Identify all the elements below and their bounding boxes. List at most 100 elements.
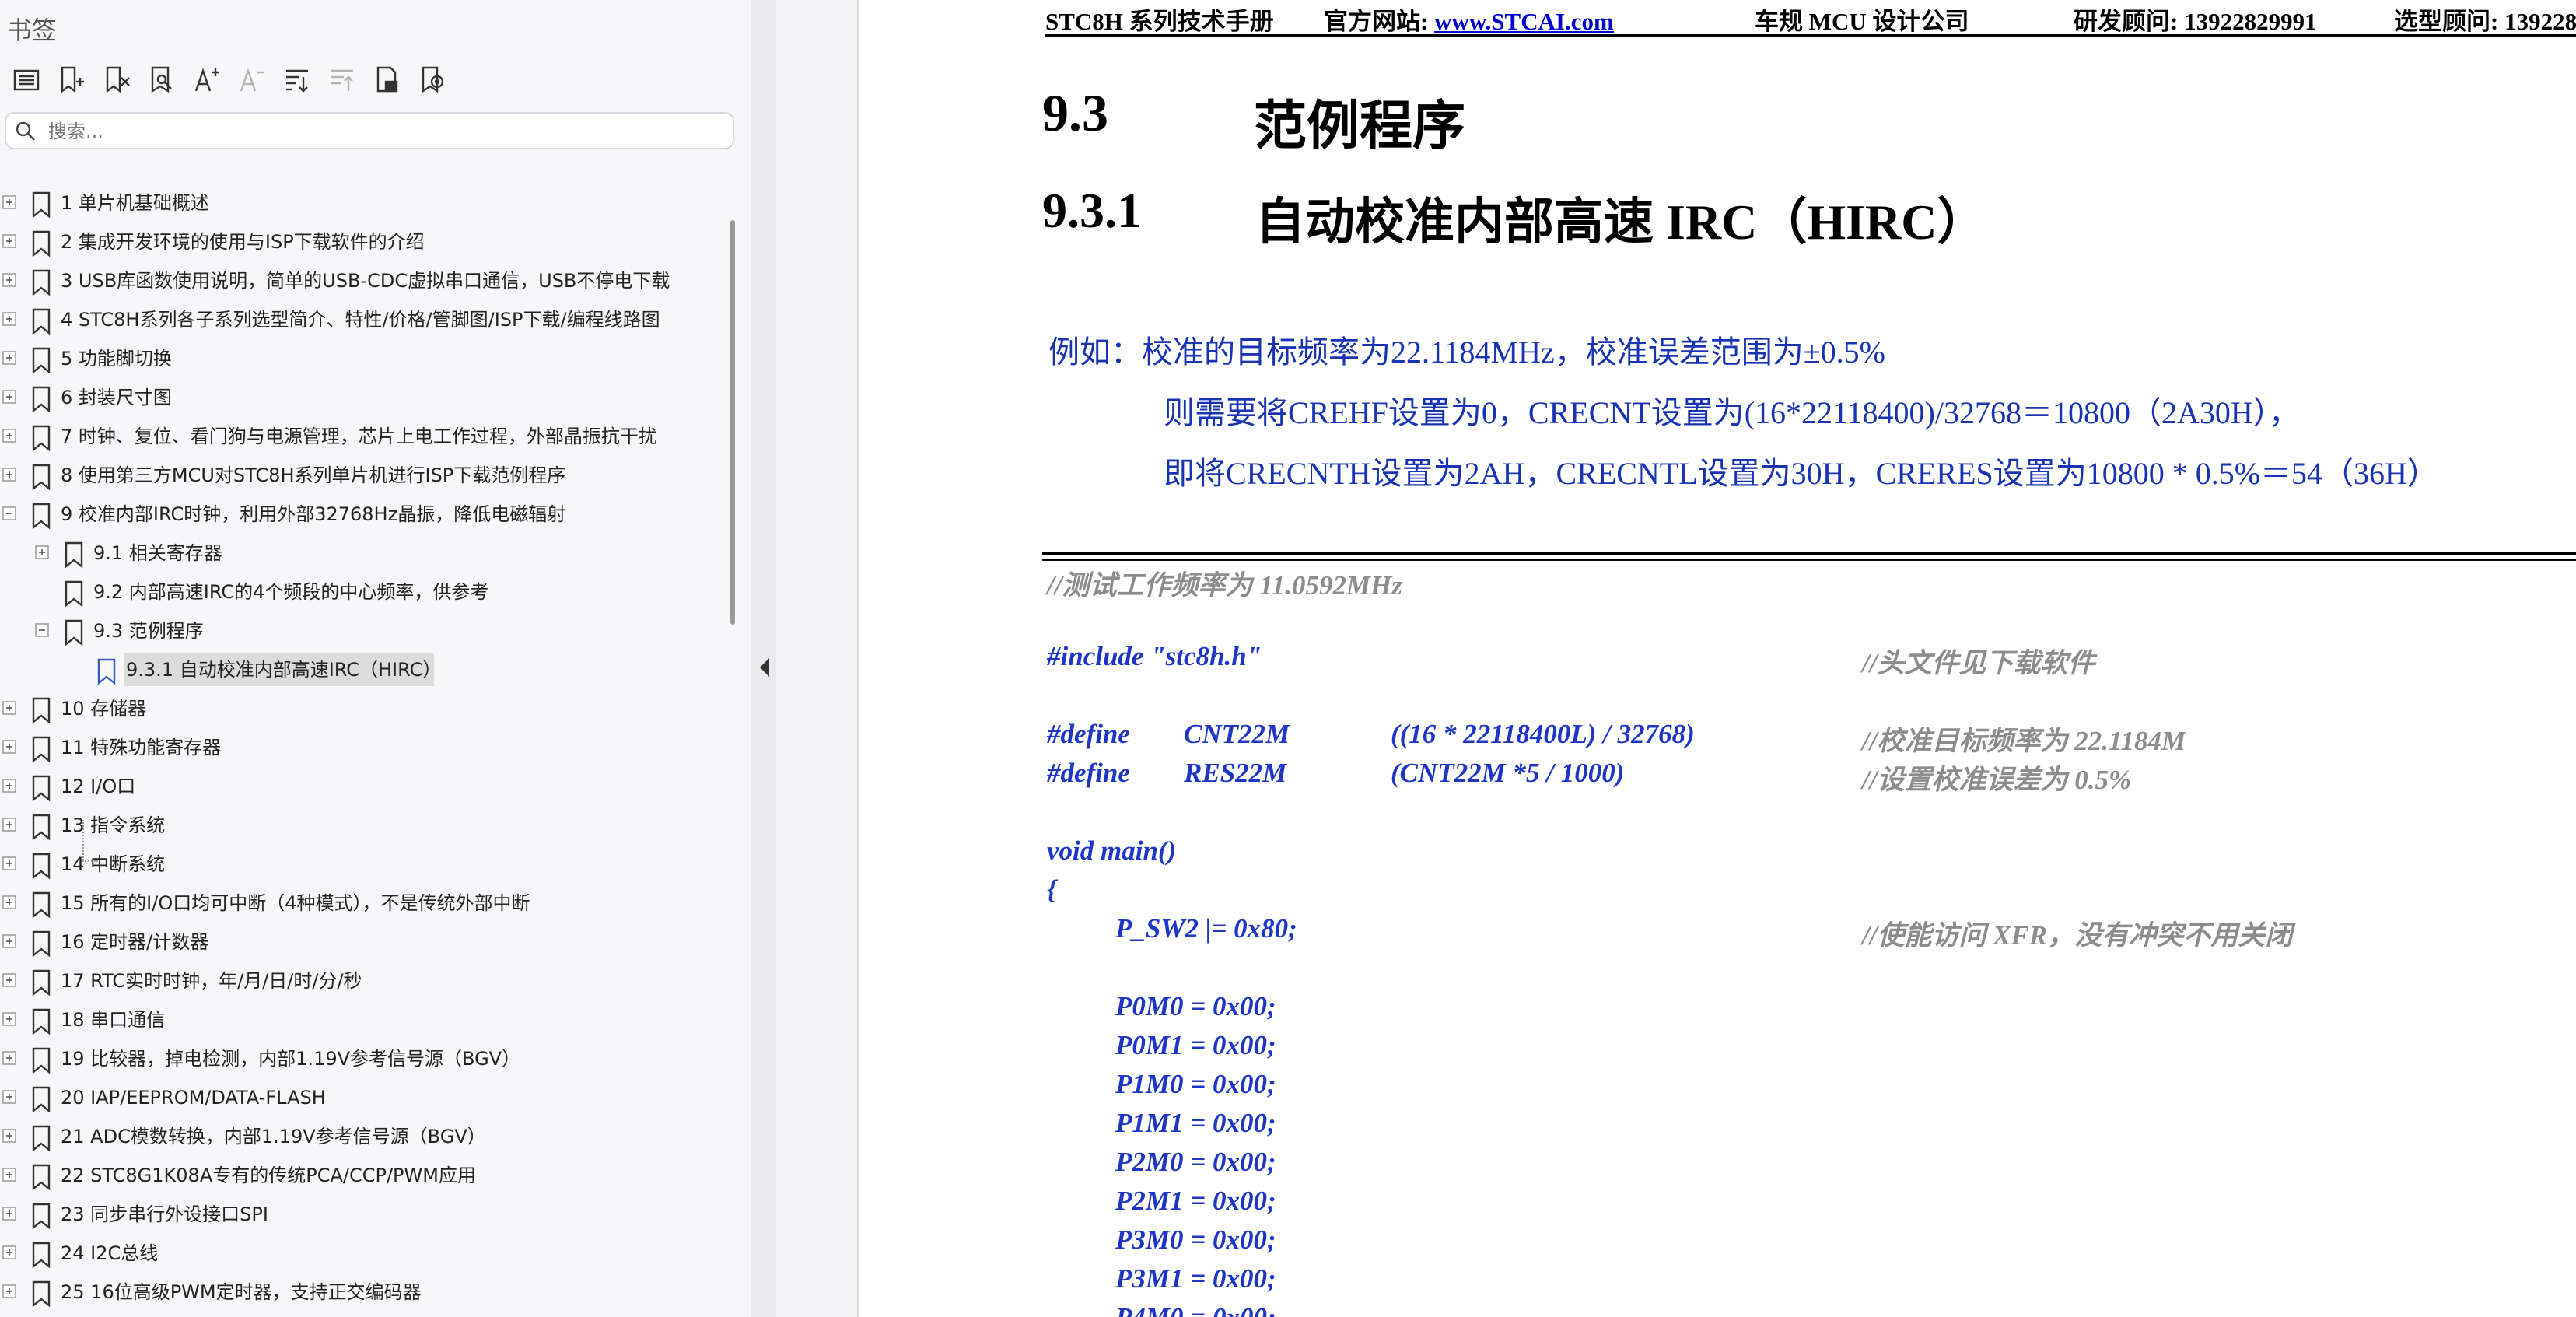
bookmark-item[interactable]: 23 同步串行外设接口SPI (0, 1195, 723, 1234)
sidebar-scrollbar[interactable] (730, 220, 735, 625)
decrease-text-size-icon[interactable] (230, 62, 274, 98)
bookmark-item[interactable]: 14 中断系统 (0, 845, 723, 884)
expand-icon[interactable] (2, 701, 16, 715)
expand-icon[interactable] (2, 429, 16, 443)
expand-icon[interactable] (2, 818, 16, 832)
code-statement: P3M0 = 0x00; (1115, 1224, 1276, 1255)
bookmark-item[interactable]: 11 特殊功能寄存器 (0, 728, 723, 767)
bookmark-item[interactable]: 21 ADC模数转换，内部1.19V参考信号源（BGV） (0, 1117, 723, 1156)
bookmark-item[interactable]: 24 I2C总线 (0, 1234, 723, 1273)
expand-icon[interactable] (2, 934, 16, 948)
expand-icon[interactable] (2, 1168, 16, 1182)
header-rd-contact: 研发顾问: 13922829991 (2074, 8, 2317, 35)
bookmark-properties-icon[interactable] (366, 62, 409, 98)
bookmark-item[interactable]: 22 STC8G1K08A专有的传统PCA/CCP/PWM应用 (0, 1156, 723, 1195)
bookmark-label: 17 RTC实时时钟，年/月/日/时/分/秒 (61, 970, 362, 992)
expand-icon[interactable] (2, 1051, 16, 1065)
bookmark-item[interactable]: 12 I/O口 (0, 767, 723, 806)
code-statement: P2M0 = 0x00; (1115, 1147, 1276, 1177)
expand-icon[interactable] (2, 1207, 16, 1221)
bookmark-item[interactable]: 15 所有的I/O口均可中断（4种模式），不是传统外部中断 (0, 884, 723, 923)
bookmark-label: 6 封装尺寸图 (61, 387, 172, 408)
expand-icon[interactable] (2, 312, 16, 326)
bookmark-item[interactable]: 9.1 相关寄存器 (0, 534, 723, 573)
bookmark-item[interactable]: 6 封装尺寸图 (0, 378, 723, 417)
expand-icon[interactable] (2, 195, 16, 209)
expand-icon[interactable] (2, 273, 16, 287)
collapse-icon[interactable] (2, 506, 16, 520)
expand-icon[interactable] (2, 895, 16, 909)
expand-icon[interactable] (2, 351, 16, 365)
bookmark-item-selected[interactable]: 9.3.1 自动校准内部高速IRC（HIRC） (0, 650, 723, 689)
bookmark-item[interactable]: 8 使用第三方MCU对STC8H系列单片机进行ISP下载范例程序 (0, 456, 723, 495)
collapse-panel-icon[interactable] (755, 652, 774, 683)
code-statement: P0M1 = 0x00; (1115, 1030, 1276, 1060)
bookmark-label: 1 单片机基础概述 (61, 192, 209, 214)
expand-icon[interactable] (2, 1012, 16, 1026)
find-bookmark-icon[interactable] (140, 62, 184, 98)
bookmark-label: 10 存储器 (61, 698, 147, 720)
bookmark-label: 9.1 相关寄存器 (93, 542, 222, 564)
add-bookmark-icon[interactable] (50, 62, 93, 98)
code-block-rule (1042, 552, 2576, 555)
website-link[interactable]: www.STCAI.com (1434, 8, 1614, 35)
expand-icon[interactable] (2, 234, 16, 248)
page-header: STC8H 系列技术手册 官方网站: www.STCAI.com 车规 MCU … (1045, 0, 2576, 37)
bookmark-search[interactable] (5, 112, 734, 149)
list-icon[interactable] (5, 62, 48, 98)
bookmark-item[interactable]: 17 RTC实时时钟，年/月/日/时/分/秒 (0, 961, 723, 1000)
bookmark-icon (65, 619, 83, 646)
code-define-keyword: #define (1047, 758, 1130, 788)
collapse-icon[interactable] (35, 623, 49, 637)
code-main-signature: void main() (1047, 835, 1177, 866)
expand-icon[interactable] (2, 740, 16, 754)
expand-icon[interactable] (2, 1129, 16, 1143)
bookmark-icon (32, 191, 51, 218)
code-include: #include "stc8h.h" (1047, 641, 1262, 671)
bookmark-item[interactable]: 18 串口通信 (0, 1000, 723, 1039)
bookmark-label: 25 16位高级PWM定时器，支持正交编码器 (61, 1281, 422, 1303)
bookmark-item[interactable]: 2 集成开发环境的使用与ISP下载软件的介绍 (0, 222, 723, 261)
bookmark-item[interactable]: 5 功能脚切换 (0, 339, 723, 378)
bookmark-label: 9.3.1 自动校准内部高速IRC（HIRC） (126, 659, 442, 681)
bookmark-icon (32, 930, 51, 957)
bookmark-icon (32, 230, 51, 257)
bookmark-item[interactable]: 3 USB库函数使用说明，简单的USB-CDC虚拟串口通信，USB不停电下载 (0, 261, 723, 300)
bookmark-item[interactable]: 4 STC8H系列各子系列选型简介、特性/价格/管脚图/ISP下载/编程线路图 (0, 300, 723, 339)
bookmark-item[interactable]: 1 单片机基础概述 (0, 184, 723, 222)
bookmark-icon (32, 386, 51, 412)
expand-icon[interactable] (2, 1090, 16, 1104)
bookmark-item[interactable]: 19 比较器，掉电检测，内部1.19V参考信号源（BGV） (0, 1039, 723, 1078)
bookmark-item[interactable]: 20 IAP/EEPROM/DATA-FLASH (0, 1078, 723, 1117)
expand-icon[interactable] (2, 973, 16, 987)
bookmark-icon (97, 658, 116, 685)
bookmark-label: 11 特殊功能寄存器 (61, 737, 222, 758)
bookmark-item[interactable]: 9 校准内部IRC时钟，利用外部32768Hz晶振，降低电磁辐射 (0, 495, 723, 534)
delete-bookmark-icon[interactable] (95, 62, 138, 98)
code-define-value: (CNT22M *5 / 1000) (1391, 758, 1625, 788)
bookmark-item[interactable]: 16 定时器/计数器 (0, 923, 723, 961)
bookmark-label: 21 ADC模数转换，内部1.19V参考信号源（BGV） (61, 1126, 486, 1147)
code-define-value: ((16 * 22118400L) / 32768) (1391, 719, 1695, 749)
bookmark-item[interactable]: 10 存储器 (0, 689, 723, 728)
collapse-all-icon[interactable] (320, 62, 364, 98)
expand-all-icon[interactable] (275, 62, 319, 98)
bookmark-item[interactable]: 13 指令系统 (0, 806, 723, 845)
bookmark-item[interactable]: 7 时钟、复位、看门狗与电源管理，芯片上电工作过程，外部晶振抗干扰 (0, 417, 723, 456)
header-manual-title: STC8H 系列技术手册 (1045, 8, 1274, 35)
expand-icon[interactable] (2, 1284, 16, 1298)
search-input[interactable] (47, 114, 719, 149)
bookmark-item[interactable]: 25 16位高级PWM定时器，支持正交编码器 (0, 1273, 723, 1312)
bookmark-item[interactable]: 9.2 内部高速IRC的4个频段的中心频率，供参考 (0, 573, 723, 611)
expand-icon[interactable] (2, 390, 16, 404)
expand-icon[interactable] (35, 545, 49, 559)
increase-text-size-icon[interactable] (185, 62, 229, 98)
code-comment: //使能访问 XFR，没有冲突不用关闭 (1862, 920, 2293, 951)
expand-icon[interactable] (2, 468, 16, 482)
expand-icon[interactable] (2, 779, 16, 793)
expand-icon[interactable] (2, 856, 16, 870)
expand-icon[interactable] (2, 1245, 16, 1259)
go-to-bookmark-icon[interactable] (411, 62, 454, 98)
code-define-name: RES22M (1184, 758, 1287, 788)
bookmark-item[interactable]: 9.3 范例程序 (0, 611, 723, 650)
